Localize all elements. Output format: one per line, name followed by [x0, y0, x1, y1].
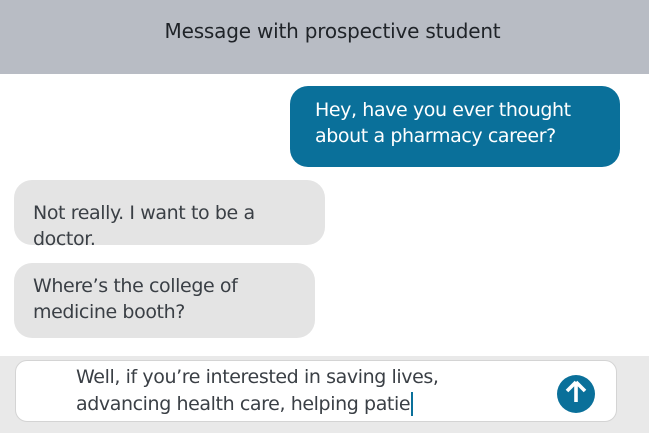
arrow-up-icon — [564, 379, 588, 409]
received-message: Not really. I want to be a doctor. — [14, 180, 325, 250]
message-input[interactable]: Well, if you’re interested in saving liv… — [15, 360, 617, 422]
received-message: Where’s the college of medicine booth? — [14, 263, 315, 338]
chat-header: Message with prospective student — [0, 0, 649, 74]
sent-message: Hey, have you ever thought about a pharm… — [290, 86, 620, 167]
page-title: Message with prospective student — [164, 19, 501, 43]
text-cursor — [411, 392, 414, 416]
draft-text: Well, if you’re interested in saving liv… — [76, 366, 439, 415]
message-list: Hey, have you ever thought about a pharm… — [0, 74, 649, 356]
message-draft[interactable]: Well, if you’re interested in saving liv… — [76, 364, 506, 418]
send-button[interactable] — [557, 375, 595, 413]
